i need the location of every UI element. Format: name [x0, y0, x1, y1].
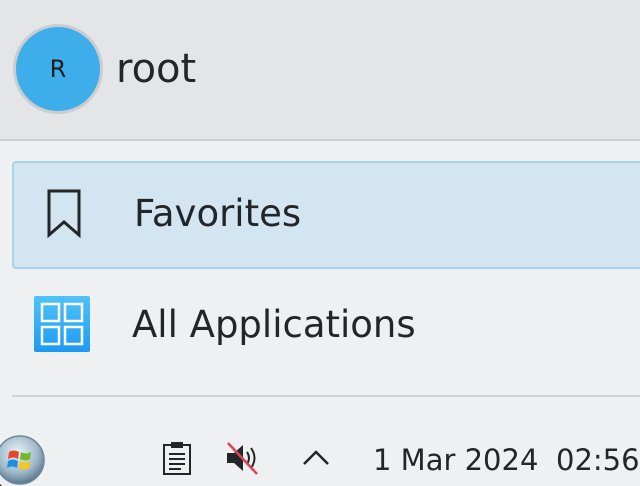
volume-muted-icon[interactable] — [224, 440, 260, 476]
taskbar: 1 Mar 2024 02:56 — [0, 430, 640, 486]
applications-grid-icon — [34, 296, 90, 352]
nav-label-all-applications: All Applications — [132, 303, 416, 346]
nav-label-favorites: Favorites — [134, 192, 302, 235]
avatar-initial: R — [49, 55, 67, 83]
user-header: R root — [0, 0, 640, 140]
taskbar-date[interactable]: 1 Mar 2024 — [373, 442, 538, 478]
taskbar-time[interactable]: 02:56 — [556, 442, 640, 478]
username: root — [116, 46, 197, 92]
start-menu-icon[interactable] — [0, 434, 46, 486]
header-divider — [0, 139, 640, 141]
nav-item-all-applications[interactable]: All Applications — [12, 272, 640, 380]
nav-item-favorites[interactable]: Favorites — [12, 161, 640, 269]
chevron-up-icon[interactable] — [298, 440, 334, 476]
clipboard-icon[interactable] — [159, 440, 195, 476]
avatar[interactable]: R — [13, 24, 103, 114]
footer-divider — [12, 395, 640, 397]
bookmark-icon — [47, 189, 81, 239]
